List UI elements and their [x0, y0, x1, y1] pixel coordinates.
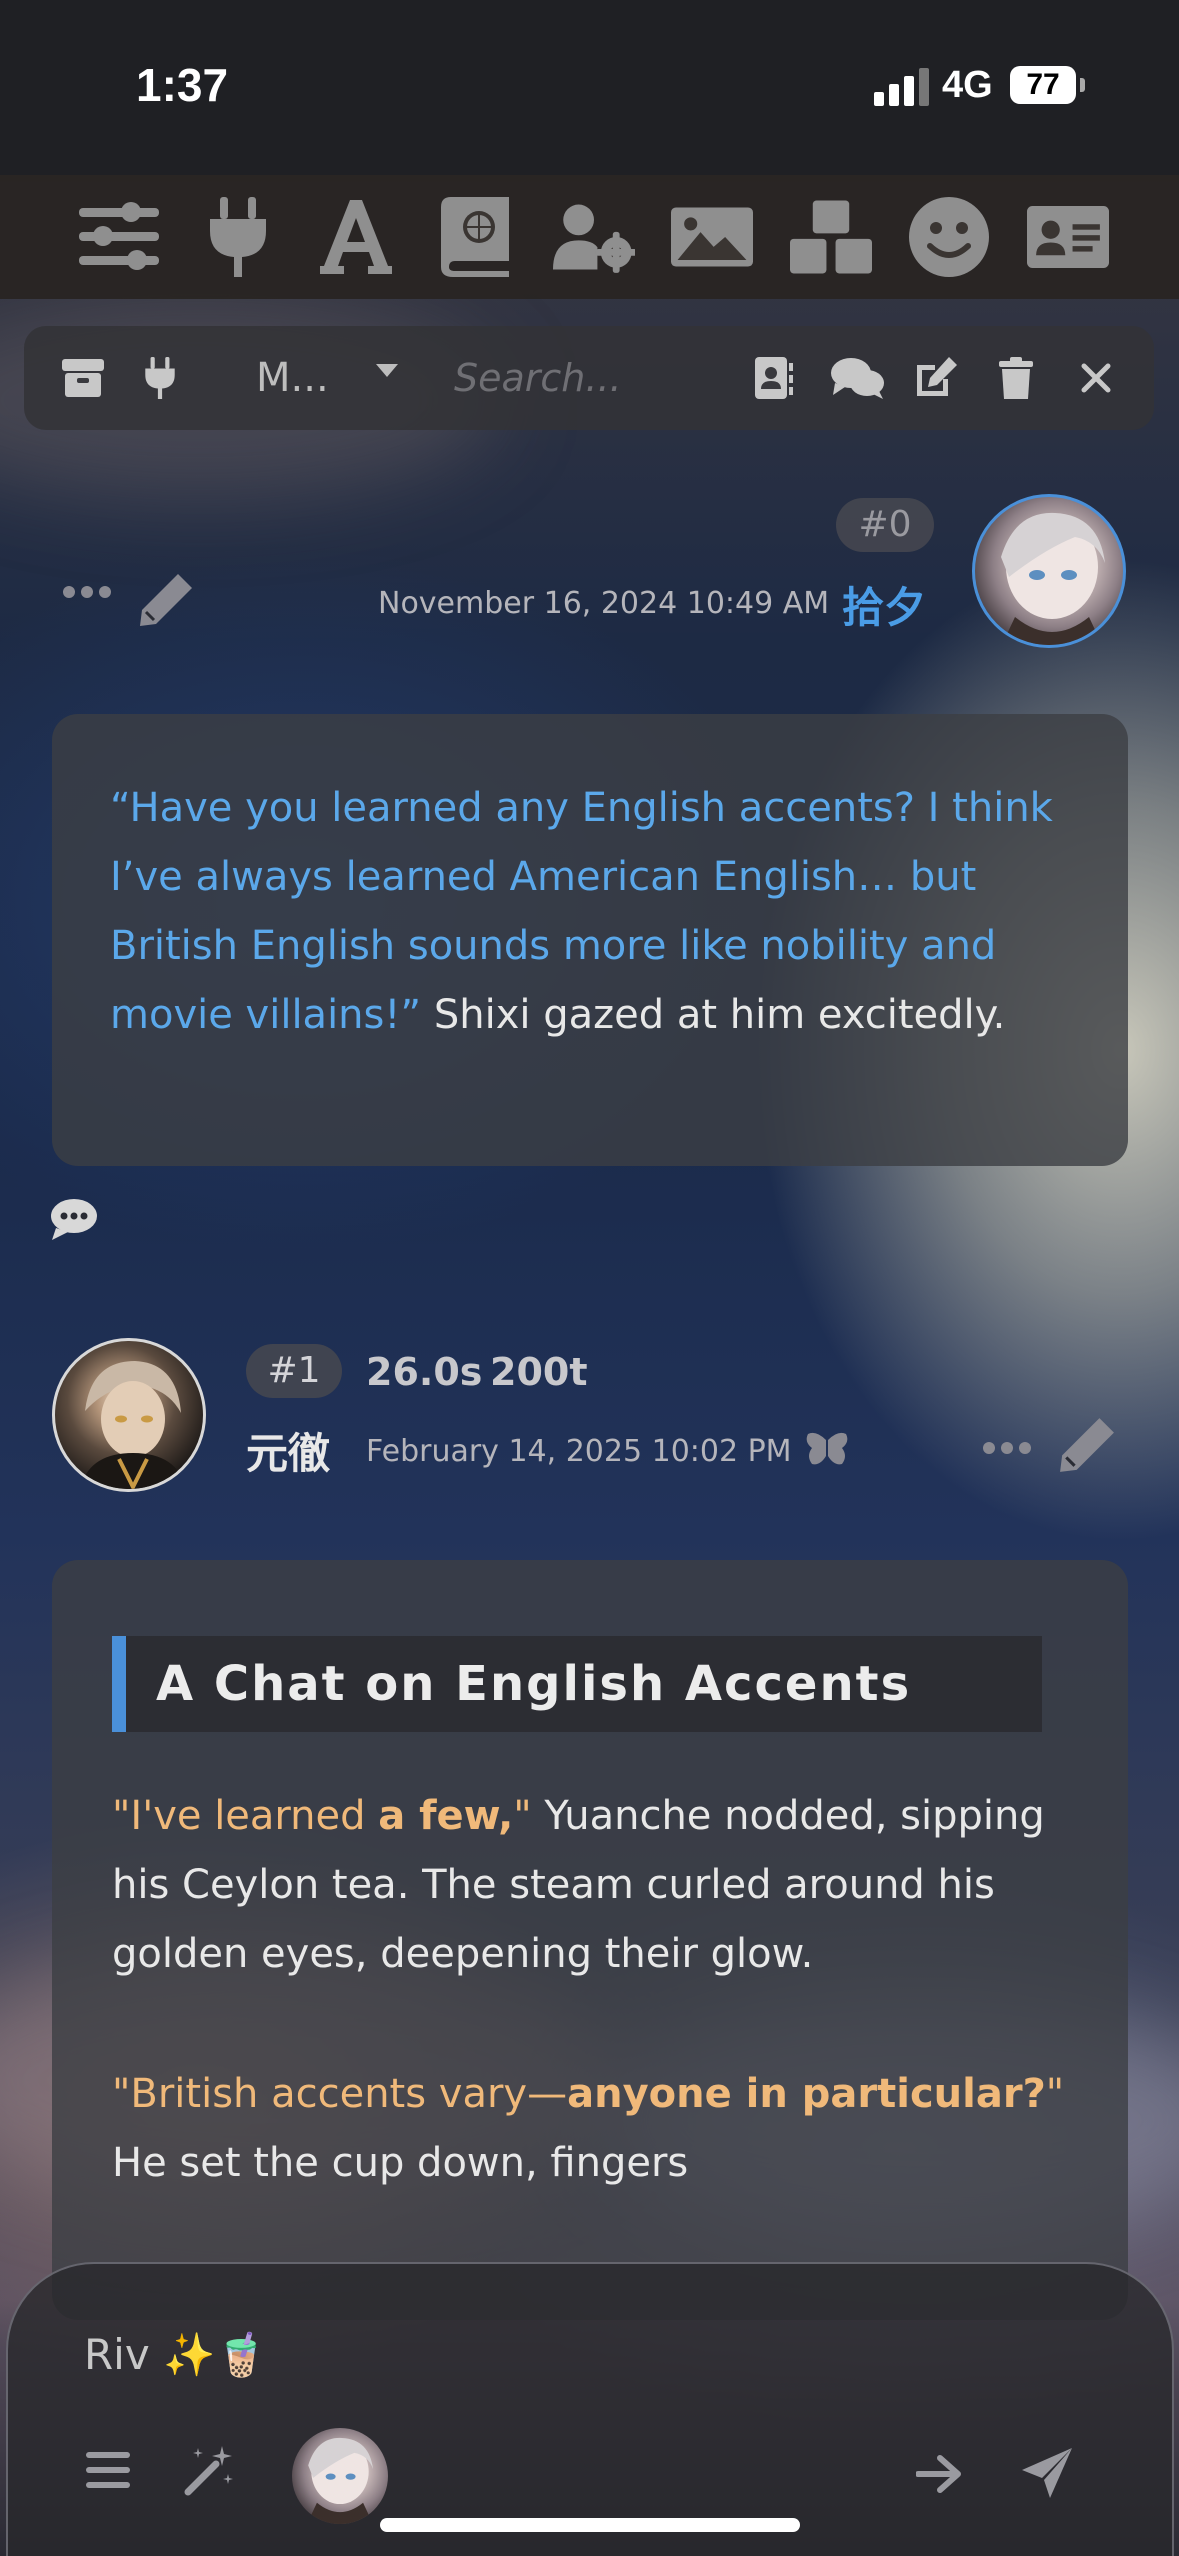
status-time: 1:37 [136, 59, 229, 111]
dialogue-emphasis: a few, [378, 1793, 514, 1839]
message-id-badge: #0 [836, 498, 934, 552]
message-bubble: “Have you learned any English accents? I… [52, 714, 1128, 1166]
narration-text: He set the cup down, fingers [112, 2140, 689, 2186]
pencil-icon[interactable] [1058, 1416, 1116, 1478]
sliders-icon[interactable] [78, 196, 160, 278]
search-input[interactable] [454, 346, 744, 410]
model-select[interactable]: M... [256, 352, 329, 404]
dialogue-emphasis: anyone in particular? [567, 2071, 1046, 2117]
message-bubble: A Chat on English Accents "I've learned … [52, 1560, 1128, 2320]
comments-icon[interactable] [830, 352, 886, 404]
caret-down-icon[interactable] [376, 364, 398, 377]
more-options-icon[interactable] [982, 1440, 1032, 1459]
heading-text: A Chat on English Accents [156, 1656, 912, 1712]
dialogue-quote-close: " [1045, 2071, 1065, 2117]
pencil-icon[interactable] [138, 572, 194, 632]
trash-icon[interactable] [996, 352, 1036, 404]
avatar[interactable] [52, 1338, 206, 1492]
butterfly-icon[interactable] [804, 1430, 850, 1472]
status-bar: 1:37 4G 77 [0, 0, 1179, 175]
id-card-icon[interactable] [1027, 196, 1109, 278]
signal-icon [874, 68, 930, 106]
dialogue-quote: "British accents vary— [112, 2071, 568, 2117]
message-heading: A Chat on English Accents [112, 1636, 1042, 1732]
arrow-right-icon[interactable] [915, 2454, 962, 2498]
contact-book-icon[interactable] [752, 352, 796, 404]
font-icon[interactable] [315, 196, 397, 278]
battery-icon: 77 [1010, 66, 1076, 104]
message-id-badge: #1 [246, 1344, 342, 1398]
user-gear-icon[interactable] [552, 196, 635, 278]
smile-icon[interactable] [908, 196, 990, 278]
network-label: 4G [942, 64, 993, 106]
dialogue-quote-close: " [513, 1793, 532, 1839]
battery-tip [1080, 78, 1085, 92]
chat-toolbar: M... [24, 326, 1154, 430]
message-input[interactable]: Riv ✨🧋 [84, 2330, 268, 2380]
top-toolbar [0, 175, 1179, 299]
cubes-icon[interactable] [789, 196, 872, 278]
token-count: 200t [490, 1350, 588, 1394]
plug-icon[interactable] [140, 352, 180, 404]
narration-text: Shixi gazed at him excitedly. [421, 992, 1006, 1038]
more-options-icon[interactable] [62, 584, 112, 603]
input-area: Riv ✨🧋 [6, 2262, 1174, 2556]
menu-icon[interactable] [86, 2452, 130, 2492]
message-timestamp: February 14, 2025 10:02 PM [366, 1434, 792, 1469]
character-name: 拾夕 [842, 583, 927, 632]
book-globe-icon[interactable] [434, 196, 516, 278]
magic-wand-icon[interactable] [184, 2444, 236, 2500]
dialogue-quote: "I've learned [112, 1793, 379, 1839]
archive-icon[interactable] [60, 352, 106, 404]
avatar[interactable] [972, 494, 1126, 648]
edit-icon[interactable] [912, 352, 958, 404]
comment-dots-icon[interactable] [50, 1198, 98, 1244]
persona-avatar[interactable] [292, 2428, 388, 2524]
message-paragraph: "I've learned a few," Yuanche nodded, si… [112, 1782, 1092, 1989]
home-indicator [380, 2518, 800, 2532]
character-name: 元徹 [246, 1429, 331, 1478]
image-icon[interactable] [671, 196, 754, 278]
message-timestamp: November 16, 2024 10:49 AM [378, 586, 830, 621]
message-text: “Have you learned any English accents? I… [110, 774, 1070, 1050]
close-icon[interactable] [1076, 352, 1116, 404]
send-icon[interactable] [1020, 2446, 1074, 2504]
plug-icon[interactable] [197, 196, 279, 278]
message-paragraph: "British accents vary—anyone in particul… [112, 2060, 1092, 2198]
generation-time: 26.0s [366, 1350, 483, 1394]
